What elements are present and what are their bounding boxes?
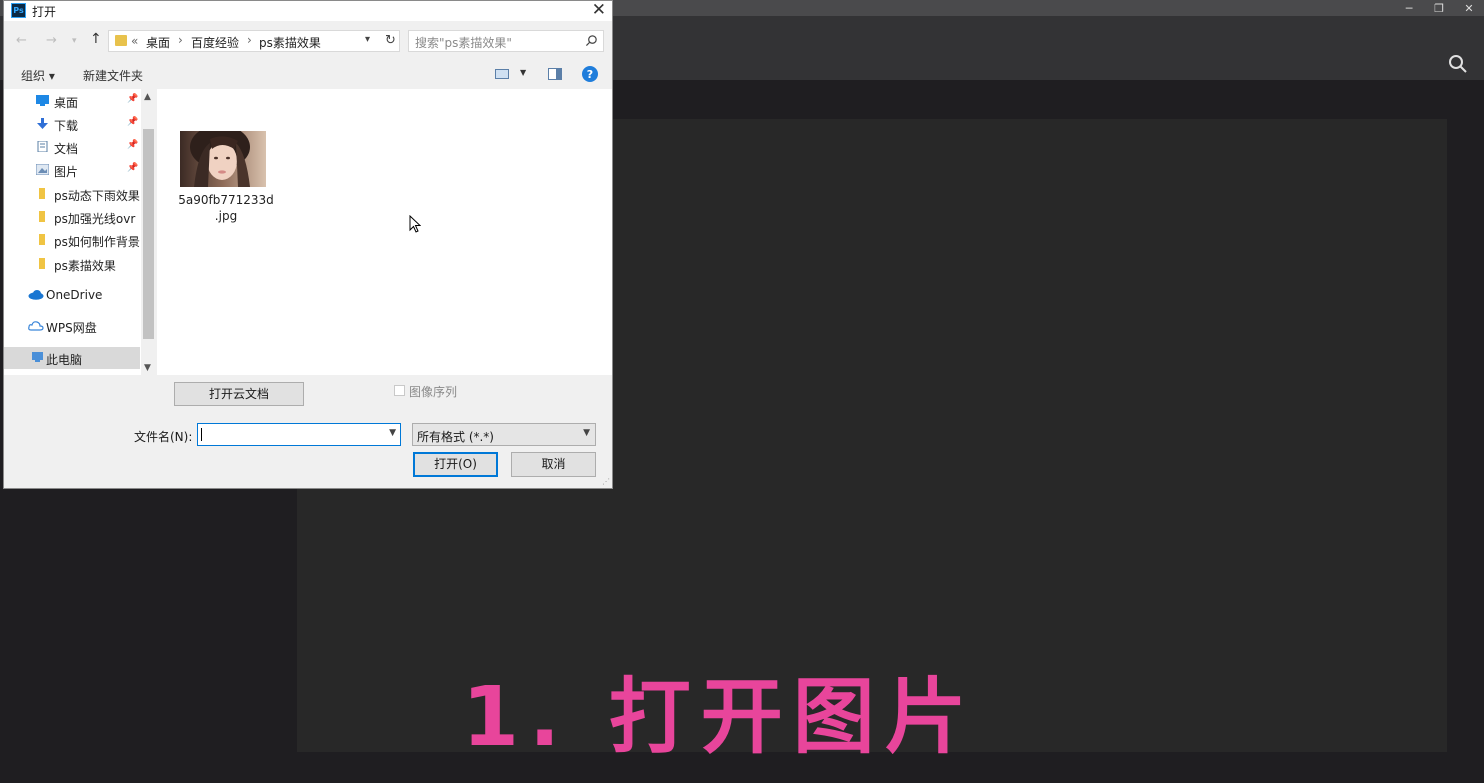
nav-item-desktop[interactable]: 桌面 📌 [4,90,140,112]
scroll-up-icon[interactable]: ▲ [144,92,151,102]
restore-icon[interactable]: ❐ [1424,0,1454,16]
pin-icon: 📌 [127,163,139,173]
file-name: 5a90fb771233d .jpg [171,192,281,224]
onedrive-icon [28,290,44,300]
nav-item-documents[interactable]: 文档 📌 [4,136,140,158]
nav-item-this-pc[interactable]: 此电脑 [4,347,140,369]
nav-item-onedrive[interactable]: OneDrive [4,284,140,306]
dialog-titlebar: Ps 打开 ✕ [4,0,612,21]
dialog-title: 打开 [32,5,57,19]
mouse-cursor-icon [409,215,421,233]
nav-item-label: 此电脑 [46,353,83,367]
breadcrumb-current[interactable]: ps素描效果 [259,34,321,51]
desktop-icon [36,95,49,106]
scroll-down-icon[interactable]: ▼ [144,363,151,373]
file-format-value: 所有格式 (*.*) [417,430,494,444]
new-folder-button[interactable]: 新建文件夹 [83,67,143,84]
view-options-icon[interactable] [495,69,509,79]
photo-thumbnail [180,131,266,187]
breadcrumb-overflow[interactable]: « [131,34,138,48]
preview-pane-icon[interactable] [548,68,562,80]
up-arrow-icon[interactable]: ↑ [90,31,102,47]
scroll-thumb[interactable] [143,129,154,339]
nav-item-pictures[interactable]: 图片 📌 [4,159,140,181]
nav-item-folder-background[interactable]: ps如何制作背景 [4,229,140,251]
file-list-pane: 5a90fb771233d .jpg [157,89,612,375]
cancel-button[interactable]: 取消 [511,452,596,477]
cloud-icon [28,321,44,331]
file-name-line: 5a90fb771233d [178,193,274,207]
document-icon [37,141,48,152]
nav-item-label: 文档 [54,142,79,156]
recent-chevron-icon[interactable]: ▾ [72,36,77,46]
search-input[interactable]: 搜索"ps素描效果" [408,30,604,52]
nav-item-label: ps加强光线ovr [54,212,136,226]
folder-icon [115,35,127,46]
close-icon[interactable]: ✕ [1454,0,1484,16]
folder-icon [39,211,45,222]
refresh-icon[interactable]: ↻ [385,33,396,48]
nav-item-folder-sketch[interactable]: ps素描效果 [4,253,140,275]
nav-item-folder-light[interactable]: ps加强光线ovr [4,206,140,228]
file-format-select[interactable]: 所有格式 (*.*) ▼ [412,423,596,446]
dialog-close-icon[interactable]: ✕ [592,0,606,20]
filename-label: 文件名(N): [134,430,193,444]
resize-grip-icon[interactable]: ⋰ [602,477,610,486]
minimize-icon[interactable]: ─ [1394,0,1424,16]
organize-button[interactable]: 组织 ▾ [21,67,55,84]
nav-item-label: 桌面 [54,96,79,110]
open-file-dialog: Ps 打开 ✕ ← → ▾ ↑ « 桌面 › 百度经验 › ps素描效果 ▾ ↻… [3,0,613,489]
open-button[interactable]: 打开(O) [413,452,498,477]
image-sequence-checkbox[interactable] [394,385,405,396]
nav-scrollbar[interactable]: ▲ ▼ [141,89,156,375]
chevron-right-icon: › [178,33,183,47]
pin-icon: 📌 [127,94,139,104]
picture-icon [36,164,49,175]
back-arrow-icon[interactable]: ← [16,33,27,48]
file-name-line: .jpg [214,209,238,223]
photoshop-logo-icon: Ps [11,3,26,18]
window-controls: ─ ❐ ✕ [1394,0,1484,16]
search-icon[interactable] [1448,54,1468,74]
step-caption: 1. 打开图片 [462,670,977,765]
pin-icon: 📌 [127,140,139,150]
chevron-right-icon: › [247,33,252,47]
folder-icon [39,188,45,199]
filename-field[interactable]: ▼ [197,423,401,446]
search-icon [585,35,597,47]
nav-item-folder-rain[interactable]: ps动态下雨效果 [4,183,140,205]
chevron-down-icon[interactable]: ▾ [365,34,370,45]
command-bar: 组织 ▾ 新建文件夹 ▼ ? [4,61,612,87]
download-icon [37,118,48,129]
nav-item-label: WPS网盘 [46,321,97,335]
breadcrumb-desktop[interactable]: 桌面 [146,34,170,51]
forward-arrow-icon[interactable]: → [46,33,57,48]
image-sequence-label: 图像序列 [409,385,458,399]
nav-item-label: ps素描效果 [54,259,116,273]
nav-item-wps-cloud[interactable]: WPS网盘 [4,315,140,337]
navigation-pane: 桌面 📌 下载 📌 文档 📌 图片 📌 ps动态下雨效果 ps加强光线ovr p… [4,89,156,375]
breadcrumb-baidu[interactable]: 百度经验 [191,34,239,51]
text-caret [201,428,202,441]
navigation-row: ← → ▾ ↑ « 桌面 › 百度经验 › ps素描效果 ▾ ↻ 搜索"ps素描… [4,29,612,55]
chevron-down-icon[interactable]: ▼ [520,68,526,77]
nav-item-label: 下载 [54,119,79,133]
pin-icon: 📌 [127,117,139,127]
nav-item-label: ps如何制作背景 [54,235,140,249]
address-bar[interactable]: « 桌面 › 百度经验 › ps素描效果 ▾ ↻ [108,30,400,52]
chevron-down-icon: ▼ [583,428,590,438]
computer-icon [32,352,43,362]
nav-item-downloads[interactable]: 下载 📌 [4,113,140,135]
chevron-down-icon[interactable]: ▼ [389,428,396,438]
folder-icon [39,258,45,269]
help-icon[interactable]: ? [582,66,598,82]
nav-item-label: OneDrive [46,288,103,302]
search-placeholder: 搜索"ps素描效果" [415,36,512,50]
folder-icon [39,234,45,245]
open-cloud-doc-button[interactable]: 打开云文档 [174,382,304,406]
nav-item-label: ps动态下雨效果 [54,189,140,203]
nav-item-label: 图片 [54,165,79,179]
